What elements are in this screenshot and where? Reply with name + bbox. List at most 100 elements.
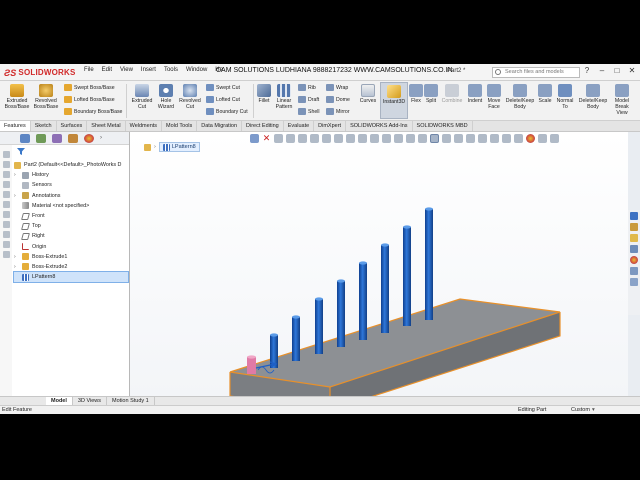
shell-button[interactable]: Shell xyxy=(298,108,320,115)
view-palette-icon[interactable] xyxy=(630,245,638,253)
rail-tool-icon[interactable] xyxy=(3,231,10,238)
flex-button[interactable]: Flex xyxy=(409,84,423,104)
extruded-boss-button[interactable]: Extruded Boss/Base xyxy=(3,84,31,110)
property-manager-tab-icon[interactable] xyxy=(36,133,46,143)
menu-view[interactable]: View xyxy=(120,67,133,73)
solidworks-resources-icon[interactable] xyxy=(630,212,638,220)
menu-insert[interactable]: Insert xyxy=(141,67,156,73)
pattern-pin[interactable] xyxy=(381,245,389,333)
menu-window[interactable]: Window xyxy=(186,67,207,73)
menu-edit[interactable]: Edit xyxy=(102,67,112,73)
configuration-manager-tab-icon[interactable] xyxy=(52,133,62,143)
tree-item-annotations[interactable]: › Annotations xyxy=(14,191,128,201)
revolved-cut-button[interactable]: Revolved Cut xyxy=(177,84,203,110)
delete-keep-body-2-button[interactable]: Delete/Keep Body xyxy=(576,84,610,110)
scale-button[interactable]: Scale xyxy=(537,84,553,104)
instant3d-button[interactable]: Instant3D xyxy=(380,82,408,119)
tab-sketch[interactable]: Sketch xyxy=(31,121,57,131)
filter-icon[interactable] xyxy=(17,148,25,155)
rail-tool-icon[interactable] xyxy=(3,201,10,208)
tab-mold-tools[interactable]: Mold Tools xyxy=(162,121,198,131)
hole-wizard-button[interactable]: Hole Wizard xyxy=(155,84,177,110)
close-button[interactable]: ✕ xyxy=(628,66,636,75)
custom-properties-icon[interactable] xyxy=(630,267,638,275)
tree-item-right-plane[interactable]: Right xyxy=(14,231,128,241)
tab-evaluate[interactable]: Evaluate xyxy=(284,121,315,131)
tree-item-top-plane[interactable]: Top xyxy=(14,221,128,231)
expand-arrow-icon[interactable]: › xyxy=(14,254,16,260)
boundary-boss-button[interactable]: Boundary Boss/Base xyxy=(64,108,122,115)
draft-button[interactable]: Draft xyxy=(298,96,319,103)
combine-button[interactable]: Combine xyxy=(440,84,464,104)
rail-tool-icon[interactable] xyxy=(3,191,10,198)
graphics-area[interactable]: ✕ › LPattern8 xyxy=(130,132,628,396)
swept-boss-button[interactable]: Swept Boss/Base xyxy=(64,84,115,91)
tree-item-front-plane[interactable]: Front xyxy=(14,211,128,221)
tree-item-material[interactable]: Material <not specified> xyxy=(14,201,128,211)
lofted-cut-button[interactable]: Lofted Cut xyxy=(206,96,240,103)
mirror-button[interactable]: Mirror xyxy=(326,108,350,115)
seed-cylinder[interactable] xyxy=(247,357,256,374)
expand-arrow-icon[interactable]: › xyxy=(14,193,16,199)
file-explorer-icon[interactable] xyxy=(630,234,638,242)
rail-tool-icon[interactable] xyxy=(3,161,10,168)
rail-tool-icon[interactable] xyxy=(3,251,10,258)
split-button[interactable]: Split xyxy=(423,84,439,104)
linear-pattern-button[interactable]: Linear Pattern xyxy=(272,84,296,110)
menu-tools[interactable]: Tools xyxy=(164,67,178,73)
delete-keep-body-button[interactable]: Delete/Keep Body xyxy=(503,84,537,110)
tree-item-boss-extrude2[interactable]: › Boss-Extrude2 xyxy=(14,262,128,272)
appearances-icon[interactable] xyxy=(630,256,638,264)
curves-button[interactable]: Curves xyxy=(358,84,378,104)
tab-features[interactable]: Features xyxy=(0,121,31,131)
pattern-pin[interactable] xyxy=(425,209,433,320)
fillet-button[interactable]: Fillet xyxy=(256,84,272,104)
menu-file[interactable]: File xyxy=(84,67,94,73)
tab-motion-study-1[interactable]: Motion Study 1 xyxy=(107,397,155,405)
tab-dimxpert[interactable]: DimXpert xyxy=(314,121,347,131)
rail-tool-icon[interactable] xyxy=(3,221,10,228)
rail-tool-icon[interactable] xyxy=(3,211,10,218)
rail-tool-icon[interactable] xyxy=(3,181,10,188)
help-icon[interactable]: ? xyxy=(583,66,591,75)
boundary-cut-button[interactable]: Boundary Cut xyxy=(206,108,248,115)
pattern-pin[interactable] xyxy=(359,263,367,340)
model-view[interactable] xyxy=(130,132,628,396)
dome-button[interactable]: Dome xyxy=(326,96,350,103)
tree-item-sensors[interactable]: Sensors xyxy=(14,180,128,190)
pattern-pin[interactable] xyxy=(337,281,345,347)
tree-item-lpattern8[interactable]: LPattern8 xyxy=(13,271,129,284)
rib-button[interactable]: Rib xyxy=(298,84,316,91)
tab-solidworks-addins[interactable]: SOLIDWORKS Add-Ins xyxy=(346,121,413,131)
display-manager-tab-icon[interactable] xyxy=(84,133,94,143)
expand-arrow-icon[interactable]: › xyxy=(14,264,16,270)
tab-sheet-metal[interactable]: Sheet Metal xyxy=(87,121,126,131)
pattern-pin[interactable] xyxy=(403,227,411,326)
design-library-icon[interactable] xyxy=(630,223,638,231)
normal-to-button[interactable]: Normal To xyxy=(554,84,576,110)
restore-button[interactable]: □ xyxy=(613,66,621,75)
extruded-cut-button[interactable]: Extruded Cut xyxy=(129,84,155,110)
move-face-button[interactable]: Move Face xyxy=(485,84,503,110)
tree-item-history[interactable]: › History xyxy=(14,170,128,180)
units-dropdown-icon[interactable]: ▾ xyxy=(592,407,595,413)
revolved-boss-button[interactable]: Revolved Boss/Base xyxy=(32,84,60,110)
rail-tool-icon[interactable] xyxy=(3,241,10,248)
rail-tool-icon[interactable] xyxy=(3,151,10,158)
feature-manager-tab-icon[interactable] xyxy=(20,133,30,143)
minimize-button[interactable]: – xyxy=(598,66,606,75)
panel-expand-icon[interactable]: › xyxy=(100,135,102,141)
plate-body[interactable] xyxy=(229,298,561,396)
indent-button[interactable]: Indent xyxy=(465,84,485,104)
tab-direct-editing[interactable]: Direct Editing xyxy=(242,121,284,131)
model-break-view-button[interactable]: Model Break View xyxy=(610,84,634,116)
search-input[interactable]: Search files and models xyxy=(492,67,580,78)
tab-weldments[interactable]: Weldments xyxy=(126,121,163,131)
tab-model[interactable]: Model xyxy=(46,397,73,405)
pattern-pin[interactable] xyxy=(292,317,300,361)
tab-data-migration[interactable]: Data Migration xyxy=(197,121,243,131)
swept-cut-button[interactable]: Swept Cut xyxy=(206,84,240,91)
tree-root-part[interactable]: Part2 (Default<<Default>_PhotoWorks D xyxy=(14,160,128,170)
lofted-boss-button[interactable]: Lofted Boss/Base xyxy=(64,96,115,103)
units-selector[interactable]: Custom xyxy=(571,407,590,413)
